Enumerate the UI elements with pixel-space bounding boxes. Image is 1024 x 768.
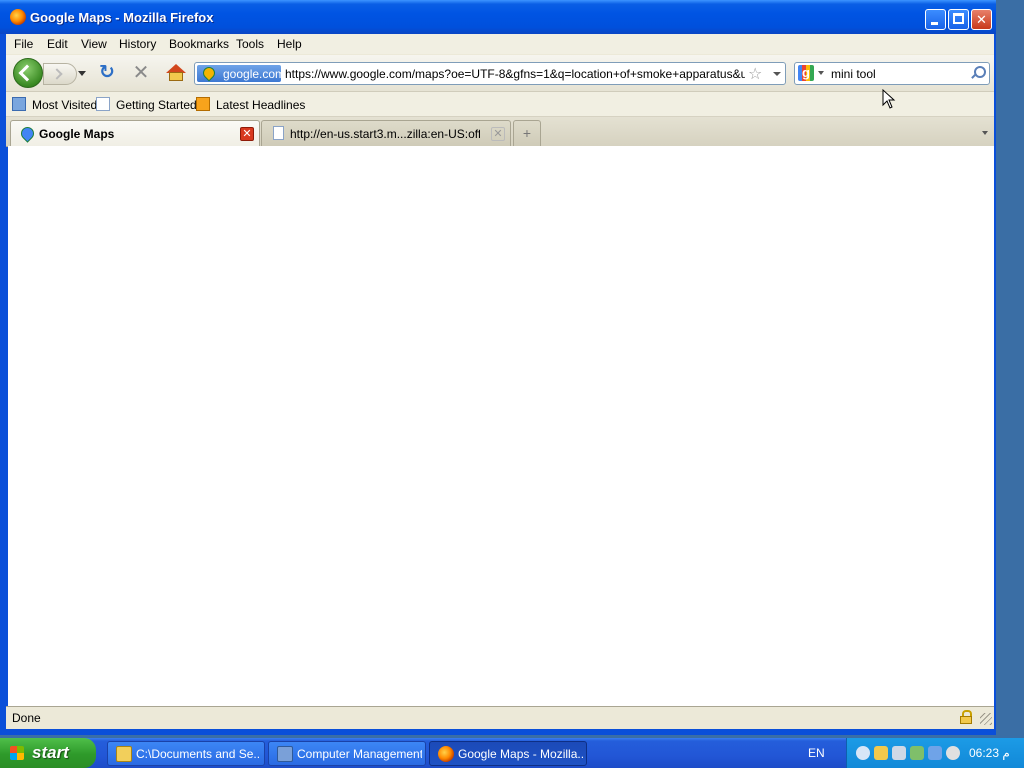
maps-pin-icon	[200, 64, 218, 82]
tab-google-maps[interactable]: Google Maps ✕	[10, 120, 260, 147]
menu-edit[interactable]: Edit	[47, 37, 68, 51]
menu-bookmarks[interactable]: Bookmarks	[169, 37, 229, 51]
back-button[interactable]	[13, 58, 43, 88]
minimize-icon	[931, 22, 938, 25]
task-computer-management[interactable]: Computer Management	[268, 741, 426, 766]
tab-close-button[interactable]: ✕	[240, 127, 254, 141]
bookmark-label: Latest Headlines	[216, 98, 306, 112]
url-dropdown-icon[interactable]	[773, 72, 781, 76]
bookmark-getting-started[interactable]: Getting Started	[96, 97, 197, 113]
most-visited-icon	[12, 97, 26, 111]
site-identity-label: google.com	[223, 67, 286, 81]
stop-button[interactable]: ✕	[131, 63, 151, 83]
maximize-button[interactable]	[948, 9, 969, 30]
tab-strip: Google Maps ✕ http://en-us.start3.m...zi…	[6, 117, 994, 147]
update-icon[interactable]	[946, 746, 960, 760]
language-indicator[interactable]: EN	[808, 746, 825, 760]
magnifier-icon	[974, 66, 986, 78]
search-input[interactable]: mini tool	[831, 67, 876, 81]
bookmark-most-visited[interactable]: Most Visited	[12, 97, 102, 113]
task-label: Computer Management	[297, 747, 422, 761]
start-button[interactable]: start	[0, 738, 96, 768]
bookmark-latest-headlines[interactable]: Latest Headlines	[196, 97, 306, 113]
home-button[interactable]	[165, 63, 187, 83]
lock-icon[interactable]	[959, 710, 973, 724]
bookmarks-toolbar: Most Visited Getting Started Latest Head…	[6, 92, 994, 117]
firefox-icon	[438, 746, 454, 762]
lock-body	[960, 716, 972, 724]
network-icon[interactable]	[856, 746, 870, 760]
task-label: Google Maps - Mozilla...	[458, 747, 583, 761]
task-explorer[interactable]: C:\Documents and Se...	[107, 741, 265, 766]
display-icon[interactable]	[928, 746, 942, 760]
volume-icon[interactable]	[892, 746, 906, 760]
folder-icon	[116, 746, 132, 762]
menu-tools[interactable]: Tools	[236, 37, 264, 51]
chevron-down-icon	[982, 131, 988, 135]
page-icon	[273, 126, 284, 140]
reload-button[interactable]: ↻	[97, 63, 117, 83]
windows-logo-lower	[10, 753, 24, 760]
url-input[interactable]: https://www.google.com/maps?oe=UTF-8&gfn…	[285, 67, 745, 81]
menu-view[interactable]: View	[81, 37, 107, 51]
list-all-tabs-button[interactable]	[978, 120, 992, 144]
engine-dropdown-icon	[818, 71, 824, 75]
page-content[interactable]	[8, 146, 994, 706]
firefox-window: Google Maps - Mozilla Firefox ✕ File Edi…	[0, 0, 996, 735]
home-icon-base	[169, 72, 183, 81]
maximize-icon	[953, 13, 964, 24]
browser-chrome: File Edit View History Bookmarks Tools H…	[6, 34, 994, 147]
title-bar[interactable]: Google Maps - Mozilla Firefox ✕	[0, 0, 996, 34]
start-label: start	[32, 743, 69, 762]
new-tab-button[interactable]: +	[513, 120, 541, 146]
back-arrow-icon	[18, 64, 36, 82]
site-identity-button[interactable]: google.com	[197, 64, 285, 82]
bookmark-star-icon[interactable]: ☆	[748, 64, 762, 84]
minimize-button[interactable]	[925, 9, 946, 30]
desktop-background	[996, 0, 1024, 738]
bookmark-label: Most Visited	[32, 98, 98, 112]
security-alert-icon[interactable]	[874, 746, 888, 760]
window-title: Google Maps - Mozilla Firefox	[30, 10, 214, 25]
search-go-button[interactable]	[969, 65, 986, 81]
taskbar: start C:\Documents and Se... Computer Ma…	[0, 738, 1024, 768]
history-dropdown-icon[interactable]	[78, 71, 86, 76]
task-label: C:\Documents and Se...	[136, 747, 261, 761]
close-window-button[interactable]: ✕	[971, 9, 992, 30]
bookmark-label: Getting Started	[116, 98, 197, 112]
forward-button[interactable]	[43, 63, 77, 85]
google-icon: g	[798, 65, 814, 81]
safely-remove-icon[interactable]	[910, 746, 924, 760]
tab-start-page[interactable]: http://en-us.start3.m...zilla:en-US:offi…	[261, 120, 511, 146]
status-bar: Done	[6, 706, 994, 729]
resize-grip[interactable]	[980, 713, 992, 725]
navigation-toolbar: ↻ ✕ google.com https://www.google.com/ma…	[6, 55, 994, 92]
rss-feed-icon	[196, 97, 210, 111]
menu-file[interactable]: File	[14, 37, 33, 51]
tab-close-button[interactable]: ✕	[491, 127, 505, 141]
page-icon	[96, 97, 110, 111]
url-bar[interactable]: google.com https://www.google.com/maps?o…	[194, 62, 786, 85]
forward-arrow-icon	[51, 68, 63, 80]
tab-title: http://en-us.start3.m...zilla:en-US:offi…	[290, 127, 480, 141]
menu-history[interactable]: History	[119, 37, 156, 51]
search-engine-button[interactable]: g	[797, 65, 827, 82]
status-text: Done	[12, 711, 41, 725]
tab-title: Google Maps	[39, 127, 115, 141]
menu-help[interactable]: Help	[277, 37, 302, 51]
task-firefox[interactable]: Google Maps - Mozilla...	[429, 741, 587, 766]
clock[interactable]: 06:23 م	[969, 746, 1010, 760]
menu-bar: File Edit View History Bookmarks Tools H…	[6, 34, 994, 54]
computer-management-icon	[277, 746, 293, 762]
close-icon: ✕	[976, 12, 987, 27]
system-tray: 06:23 م	[846, 738, 1024, 768]
firefox-icon	[10, 9, 26, 25]
maps-pin-icon	[18, 124, 37, 143]
search-bar[interactable]: g mini tool	[794, 62, 990, 85]
